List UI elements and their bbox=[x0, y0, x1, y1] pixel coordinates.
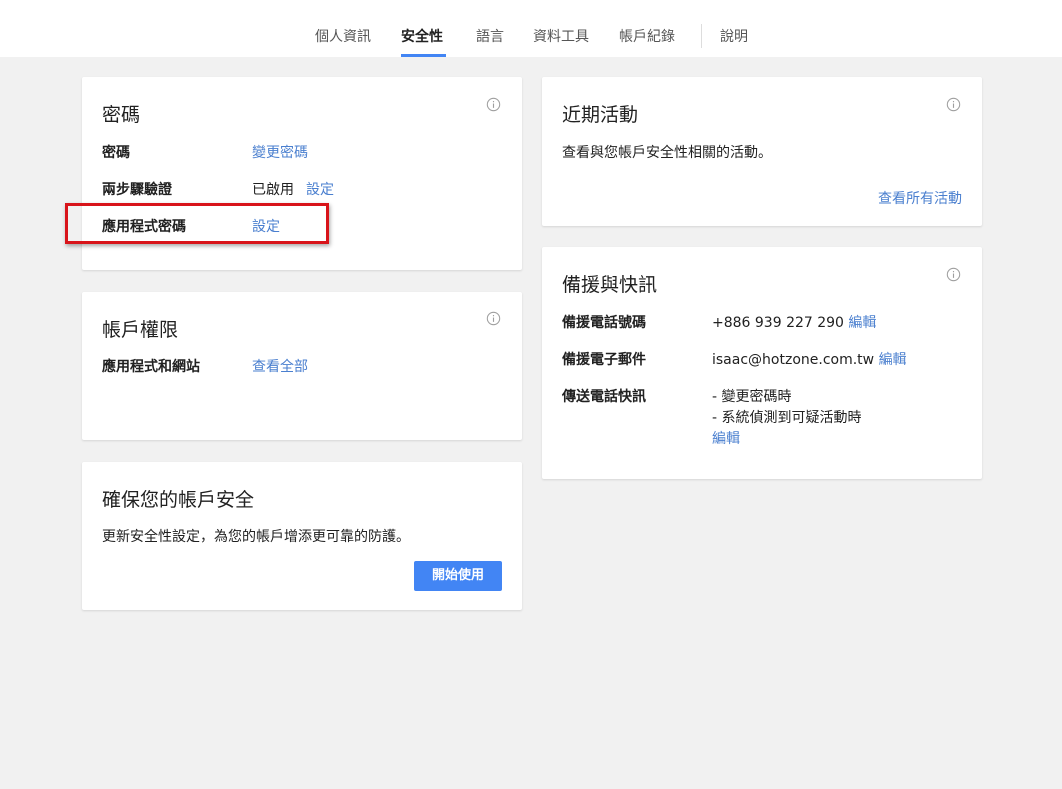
recovery-email-label: 備援電子郵件 bbox=[562, 352, 646, 368]
password-card-title: 密碼 bbox=[102, 104, 141, 126]
info-icon[interactable] bbox=[486, 311, 501, 326]
view-all-activity-link[interactable]: 查看所有活動 bbox=[878, 188, 962, 208]
recovery-phone-value: +886 939 227 290 bbox=[712, 315, 844, 331]
two-step-verification-label: 兩步驟驗證 bbox=[102, 182, 172, 198]
tab-data-tools[interactable]: 資料工具 bbox=[533, 26, 589, 46]
recovery-email-value: isaac@hotzone.com.tw bbox=[712, 352, 875, 368]
highlight-box bbox=[65, 203, 329, 244]
info-icon[interactable] bbox=[946, 97, 961, 112]
tab-language[interactable]: 語言 bbox=[476, 26, 504, 46]
phone-alert-item: - 系統偵測到可疑活動時 bbox=[712, 410, 862, 426]
two-step-settings-link[interactable]: 設定 bbox=[306, 179, 334, 199]
change-password-link[interactable]: 變更密碼 bbox=[252, 142, 308, 162]
tab-help[interactable]: 說明 bbox=[720, 26, 748, 46]
recovery-phone-row: +886 939 227 290 編輯 bbox=[712, 312, 876, 332]
edit-recovery-email-link[interactable]: 編輯 bbox=[879, 352, 907, 368]
password-label: 密碼 bbox=[102, 145, 130, 161]
recovery-email-row: isaac@hotzone.com.tw 編輯 bbox=[712, 349, 907, 369]
edit-recovery-phone-link[interactable]: 編輯 bbox=[848, 315, 876, 331]
tab-divider bbox=[701, 24, 702, 48]
recovery-phone-label: 備援電話號碼 bbox=[562, 315, 646, 331]
active-tab-indicator bbox=[401, 54, 446, 57]
info-icon[interactable] bbox=[946, 267, 961, 282]
tab-security[interactable]: 安全性 bbox=[401, 26, 443, 46]
apps-and-sites-label: 應用程式和網站 bbox=[102, 359, 200, 375]
phone-alert-item: - 變更密碼時 bbox=[712, 389, 792, 405]
recent-activity-title: 近期活動 bbox=[562, 104, 639, 126]
phone-alerts-label: 傳送電話快訊 bbox=[562, 389, 646, 405]
secure-account-title: 確保您的帳戶安全 bbox=[102, 489, 255, 511]
info-icon[interactable] bbox=[486, 97, 501, 112]
permissions-card-title: 帳戶權限 bbox=[102, 319, 179, 341]
two-step-status: 已啟用 bbox=[252, 182, 294, 198]
view-all-link[interactable]: 查看全部 bbox=[252, 356, 308, 376]
tab-personal-info[interactable]: 個人資訊 bbox=[315, 26, 371, 46]
recent-activity-description: 查看與您帳戶安全性相關的活動。 bbox=[562, 145, 772, 161]
edit-phone-alerts-link[interactable]: 編輯 bbox=[712, 428, 740, 448]
get-started-button[interactable]: 開始使用 bbox=[414, 561, 502, 591]
top-navigation: 個人資訊 安全性 語言 資料工具 帳戶紀錄 說明 bbox=[0, 0, 1062, 57]
secure-account-description: 更新安全性設定，為您的帳戶增添更可靠的防護。 bbox=[102, 529, 410, 545]
recovery-alerts-title: 備援與快訊 bbox=[562, 274, 658, 296]
tab-account-history[interactable]: 帳戶紀錄 bbox=[619, 26, 675, 46]
